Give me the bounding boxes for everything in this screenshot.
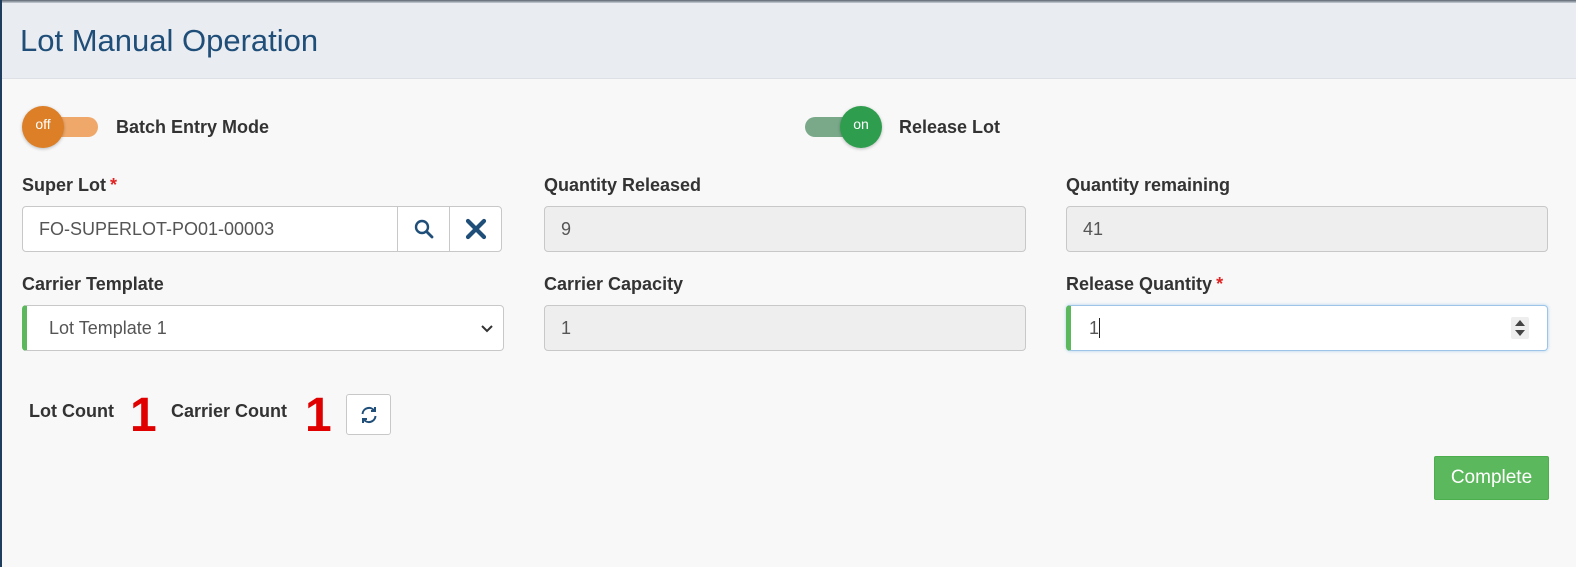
page-header: Lot Manual Operation xyxy=(2,3,1576,79)
quantity-remaining-label: Quantity remaining xyxy=(1066,175,1231,195)
carrier-template-label: Carrier Template xyxy=(22,274,164,294)
batch-entry-label: Batch Entry Mode xyxy=(116,117,270,137)
chevron-down-icon xyxy=(481,325,493,333)
carrier-template-select[interactable]: Lot Template 1 xyxy=(22,305,504,351)
quantity-spinner[interactable] xyxy=(1511,317,1529,339)
carrier-capacity-label: Carrier Capacity xyxy=(544,274,684,294)
lot-count-label: Lot Count xyxy=(29,401,114,421)
toggle-knob: on xyxy=(840,106,882,148)
release-lot-label: Release Lot xyxy=(899,117,1001,137)
carrier-template-value: Lot Template 1 xyxy=(49,318,167,338)
carrier-count-value: 1 xyxy=(305,389,332,442)
left-edge xyxy=(0,0,2,567)
super-lot-clear-button[interactable] xyxy=(449,206,502,252)
release-quantity-value: 1 xyxy=(1089,318,1100,338)
text-caret xyxy=(1099,318,1100,338)
required-marker: * xyxy=(1216,274,1224,294)
release-lot-toggle[interactable]: on xyxy=(805,106,885,148)
toggle-knob: off xyxy=(22,106,64,148)
refresh-icon xyxy=(361,406,376,423)
refresh-button[interactable] xyxy=(346,394,391,435)
quantity-released-field: 9 xyxy=(544,206,1026,252)
required-marker: * xyxy=(110,175,118,195)
close-icon xyxy=(465,218,486,240)
carrier-count-label: Carrier Count xyxy=(171,401,288,421)
page-title: Lot Manual Operation xyxy=(20,23,319,58)
release-quantity-input[interactable]: 1 xyxy=(1066,305,1548,351)
quantity-released-label: Quantity Released xyxy=(544,175,702,195)
complete-button[interactable]: Complete xyxy=(1434,456,1549,500)
search-icon xyxy=(414,219,433,239)
release-quantity-label: Release Quantity * xyxy=(1066,274,1224,294)
batch-entry-toggle[interactable]: off xyxy=(22,106,102,148)
quantity-remaining-field: 41 xyxy=(1066,206,1548,252)
super-lot-search-button[interactable] xyxy=(397,206,450,252)
super-lot-input[interactable]: FO-SUPERLOT-PO01-00003 xyxy=(22,206,398,252)
super-lot-label: Super Lot * xyxy=(22,175,118,195)
lot-count-value: 1 xyxy=(130,389,157,442)
carrier-capacity-field: 1 xyxy=(544,305,1026,351)
